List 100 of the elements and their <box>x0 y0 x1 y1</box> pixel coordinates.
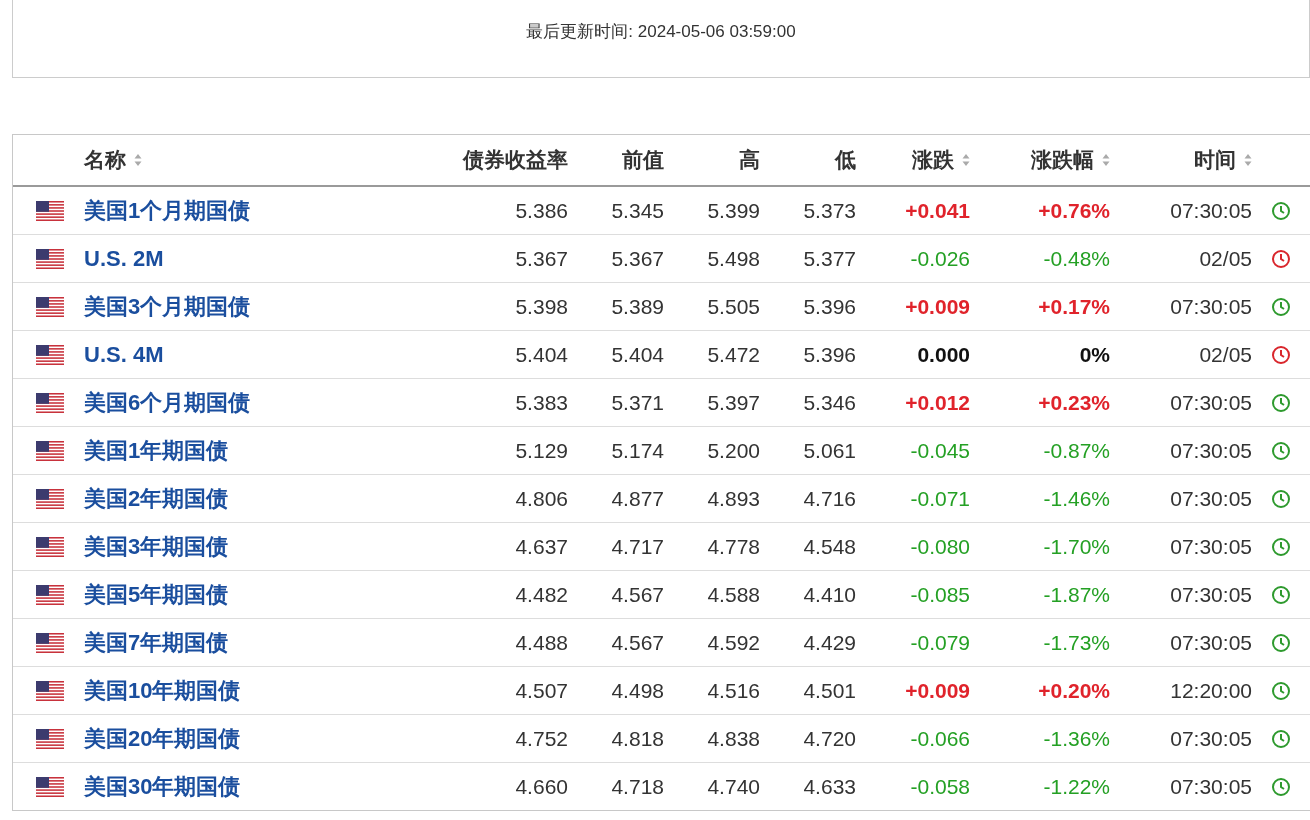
table-cell: 4.716 <box>803 486 856 511</box>
change-percent: -0.87% <box>1043 438 1110 463</box>
table-cell: 5.397 <box>707 390 760 415</box>
table-cell: 5.389 <box>611 294 664 319</box>
change-value: -0.066 <box>910 726 970 751</box>
bond-name-link[interactable]: 美国20年期国债 <box>84 725 241 751</box>
bond-name-link[interactable]: 美国3年期国债 <box>84 533 229 559</box>
change-percent: 0% <box>1079 342 1110 367</box>
change-percent: +0.23% <box>1038 390 1110 415</box>
bond-name-link[interactable]: 美国5年期国债 <box>84 581 229 607</box>
column-header[interactable]: 名称 <box>84 146 142 174</box>
table-cell: 4.717 <box>611 534 664 559</box>
column-header: 低 <box>835 147 856 173</box>
column-header[interactable]: 时间 <box>1194 146 1252 174</box>
table-cell: 4.838 <box>707 726 760 751</box>
us-flag-icon <box>36 632 64 653</box>
table-cell: 5.498 <box>707 246 760 271</box>
change-value: +0.012 <box>905 390 970 415</box>
table-cell: 5.399 <box>707 198 760 223</box>
change-percent: +0.76% <box>1038 198 1110 223</box>
table-cell: 5.200 <box>707 438 760 463</box>
sort-icon <box>1102 153 1110 167</box>
table-cell: 5.396 <box>803 294 856 319</box>
table-cell: 4.637 <box>515 534 568 559</box>
table-cell: 4.548 <box>803 534 856 559</box>
table-cell: 4.592 <box>707 630 760 655</box>
time-cell: 07:30:05 <box>1170 726 1252 751</box>
last-update-time: 最后更新时间: 2024-05-06 03:59:00 <box>526 21 796 43</box>
table-cell: 4.507 <box>515 678 568 703</box>
us-flag-icon <box>36 296 64 317</box>
bond-name-link[interactable]: U.S. 2M <box>84 245 164 271</box>
column-header: 前值 <box>622 147 664 173</box>
time-cell: 07:30:05 <box>1170 630 1252 655</box>
bond-name-link[interactable]: 美国10年期国债 <box>84 677 241 703</box>
sort-icon <box>962 153 970 167</box>
table-cell: 5.346 <box>803 390 856 415</box>
time-cell: 07:30:05 <box>1170 774 1252 799</box>
bond-name-link[interactable]: 美国6个月期国债 <box>84 389 251 415</box>
table-cell: 5.396 <box>803 342 856 367</box>
table-cell: 5.373 <box>803 198 856 223</box>
table-cell: 5.061 <box>803 438 856 463</box>
change-percent: -1.87% <box>1043 582 1110 607</box>
change-percent: -1.36% <box>1043 726 1110 751</box>
table-cell: 4.482 <box>515 582 568 607</box>
table-cell: 5.505 <box>707 294 760 319</box>
time-cell: 07:30:05 <box>1170 534 1252 559</box>
table-cell: 4.877 <box>611 486 664 511</box>
table-cell: 5.383 <box>515 390 568 415</box>
us-flag-icon <box>36 392 64 413</box>
table-cell: 4.660 <box>515 774 568 799</box>
change-value: +0.009 <box>905 678 970 703</box>
table-cell: 4.633 <box>803 774 856 799</box>
sort-icon <box>1244 153 1252 167</box>
column-header[interactable]: 涨跌 <box>912 146 970 174</box>
time-cell: 12:20:00 <box>1170 678 1252 703</box>
change-value: +0.041 <box>905 198 970 223</box>
sort-icon <box>134 153 142 167</box>
change-value: -0.079 <box>910 630 970 655</box>
us-flag-icon <box>36 776 64 797</box>
bond-name-link[interactable]: 美国30年期国债 <box>84 773 241 799</box>
time-cell: 07:30:05 <box>1170 582 1252 607</box>
table-cell: 5.367 <box>515 246 568 271</box>
table-cell: 4.718 <box>611 774 664 799</box>
table-cell: 5.345 <box>611 198 664 223</box>
table-cell: 4.488 <box>515 630 568 655</box>
change-value: 0.000 <box>917 342 970 367</box>
bond-name-link[interactable]: 美国1年期国债 <box>84 437 229 463</box>
change-percent: +0.20% <box>1038 678 1110 703</box>
table-cell: 4.720 <box>803 726 856 751</box>
us-flag-icon <box>36 200 64 221</box>
change-percent: -1.70% <box>1043 534 1110 559</box>
table-cell: 5.129 <box>515 438 568 463</box>
table-cell: 4.806 <box>515 486 568 511</box>
time-cell: 07:30:05 <box>1170 438 1252 463</box>
change-value: -0.071 <box>910 486 970 511</box>
bond-name-link[interactable]: 美国1个月期国债 <box>84 197 251 223</box>
bond-name-link[interactable]: 美国7年期国债 <box>84 629 229 655</box>
bond-name-link[interactable]: 美国2年期国债 <box>84 485 229 511</box>
us-flag-icon <box>36 680 64 701</box>
column-header: 债券收益率 <box>463 147 568 173</box>
change-value: -0.080 <box>910 534 970 559</box>
change-percent: -1.73% <box>1043 630 1110 655</box>
bond-name-link[interactable]: U.S. 4M <box>84 341 164 367</box>
table-cell: 4.567 <box>611 582 664 607</box>
us-flag-icon <box>36 728 64 749</box>
column-header[interactable]: 涨跌幅 <box>1031 146 1110 174</box>
table-cell: 4.893 <box>707 486 760 511</box>
change-value: -0.085 <box>910 582 970 607</box>
change-percent: -0.48% <box>1043 246 1110 271</box>
bond-name-link[interactable]: 美国3个月期国债 <box>84 293 251 319</box>
table-cell: 4.752 <box>515 726 568 751</box>
us-flag-icon <box>36 488 64 509</box>
us-flag-icon <box>36 536 64 557</box>
table-cell: 5.398 <box>515 294 568 319</box>
time-cell: 07:30:05 <box>1170 390 1252 415</box>
time-cell: 07:30:05 <box>1170 198 1252 223</box>
table-cell: 4.501 <box>803 678 856 703</box>
change-percent: +0.17% <box>1038 294 1110 319</box>
column-header: 高 <box>739 147 760 173</box>
time-cell: 07:30:05 <box>1170 486 1252 511</box>
